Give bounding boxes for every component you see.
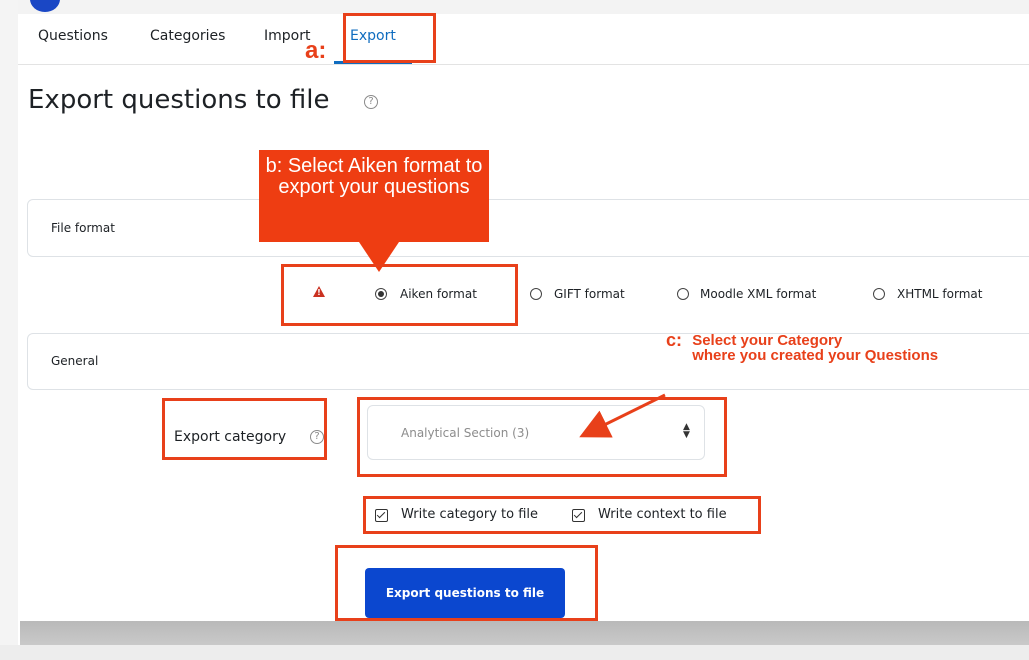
general-heading: General — [51, 354, 99, 368]
tab-questions[interactable]: Questions — [38, 28, 108, 44]
xhtml-format-radio[interactable] — [873, 288, 885, 300]
xhtml-format-label[interactable]: XHTML format — [897, 287, 982, 301]
tab-categories[interactable]: Categories — [150, 28, 225, 44]
file-format-heading: File format — [51, 221, 115, 235]
moodle-xml-format-radio[interactable] — [677, 288, 689, 300]
annotation-box-export-category — [162, 398, 327, 460]
annotation-box-checkboxes — [363, 496, 761, 534]
moodle-xml-format-label[interactable]: Moodle XML format — [700, 287, 816, 301]
annotation-label-c: c: — [666, 330, 683, 350]
annotation-box-export-tab — [343, 13, 436, 63]
nav-divider — [18, 64, 1029, 65]
page-title: Export questions to file — [28, 85, 330, 115]
help-icon[interactable]: ? — [364, 95, 378, 109]
annotation-note-c: c: Select your Category where you create… — [666, 330, 939, 364]
gift-format-radio[interactable] — [530, 288, 542, 300]
annotation-callout-b: b: Select Aiken format to export your qu… — [259, 150, 489, 242]
bottom-scrollbar[interactable] — [20, 621, 1029, 645]
bottom-edge — [0, 645, 1029, 660]
annotation-box-export-button — [335, 545, 598, 621]
tab-import[interactable]: Import — [264, 28, 310, 44]
left-gutter — [0, 0, 18, 660]
annotation-box-category-select — [357, 397, 727, 477]
annotation-c-line2: where you created your Questions — [692, 347, 939, 364]
annotation-label-a: a: — [305, 37, 327, 64]
top-strip — [18, 0, 1029, 14]
annotation-box-aiken — [281, 264, 518, 326]
gift-format-label[interactable]: GIFT format — [554, 287, 625, 301]
file-format-section[interactable]: File format — [27, 199, 1029, 257]
